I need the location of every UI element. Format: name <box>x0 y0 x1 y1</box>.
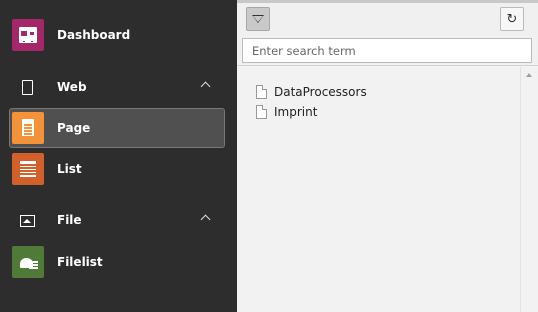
module-list[interactable]: List <box>9 149 225 189</box>
module-page[interactable]: Page <box>9 108 225 148</box>
page-tree-toolbar: ↻ <box>237 0 538 66</box>
module-list-label: List <box>57 162 82 176</box>
page-icon <box>256 105 267 119</box>
tree-node-imprint[interactable]: Imprint <box>256 103 317 121</box>
module-group-file[interactable]: File <box>9 208 225 232</box>
filelist-icon <box>12 246 44 278</box>
document-icon <box>20 80 34 95</box>
page-icon <box>256 85 267 99</box>
chevron-up-icon[interactable] <box>200 214 211 225</box>
module-filelist[interactable]: Filelist <box>9 242 225 282</box>
chevron-up-icon[interactable] <box>200 81 211 92</box>
refresh-icon: ↻ <box>506 11 518 27</box>
tree-scrollbar[interactable] <box>520 67 538 312</box>
module-filelist-label: Filelist <box>57 255 103 269</box>
module-menu: Dashboard Web Page List File Filelist <box>0 0 237 312</box>
image-icon <box>20 213 35 227</box>
page-tree: DataProcessors Imprint <box>237 67 520 312</box>
refresh-button[interactable]: ↻ <box>500 7 524 31</box>
scroll-up-arrow-icon[interactable] <box>526 73 532 77</box>
module-group-web[interactable]: Web <box>9 75 225 99</box>
page-tree-panel: ↻ DataProcessors Imprint <box>237 0 538 312</box>
list-icon <box>12 153 44 185</box>
dashboard-icon <box>12 19 44 51</box>
module-group-file-label: File <box>57 213 82 227</box>
search-input[interactable] <box>242 38 532 63</box>
tree-node-label: Imprint <box>274 105 318 119</box>
tree-node-dataprocessors[interactable]: DataProcessors <box>256 83 367 101</box>
module-dashboard[interactable]: Dashboard <box>9 15 225 55</box>
filter-icon <box>252 15 264 23</box>
module-dashboard-label: Dashboard <box>57 28 131 42</box>
filter-button[interactable] <box>246 7 270 31</box>
module-page-label: Page <box>57 121 91 135</box>
page-icon <box>12 112 44 144</box>
module-group-web-label: Web <box>57 80 87 94</box>
tree-node-label: DataProcessors <box>274 85 367 99</box>
